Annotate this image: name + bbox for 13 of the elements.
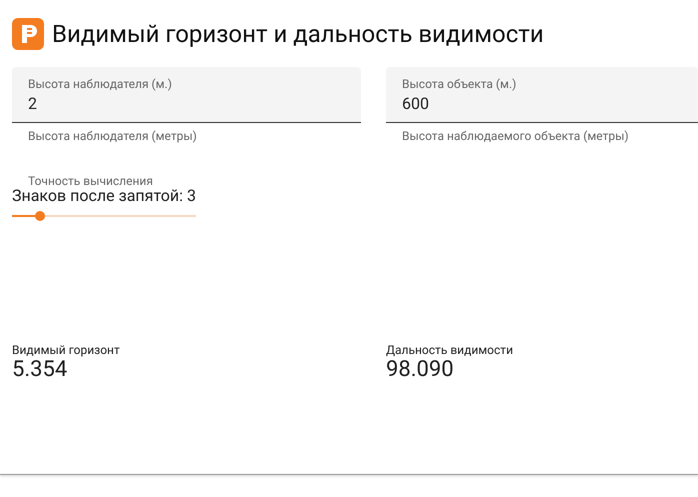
result-label: Дальность видимости [386, 343, 514, 357]
result-label: Видимый горизонт [12, 343, 121, 357]
precision-slider[interactable] [12, 209, 196, 223]
result-value: 5.354 [12, 357, 68, 383]
input-field[interactable]: Высота наблюдателя (м.) 2 [12, 67, 361, 123]
app-logo-icon [12, 18, 44, 50]
helper-text: Высота наблюдателя (метры) [27, 128, 198, 145]
input-field[interactable]: Высота объекта (м.) 600 [386, 67, 698, 123]
helper-text: Высота наблюдаемого объекта (метры) [401, 128, 630, 145]
precision-reading: Знаков после запятой: 3 [12, 187, 197, 205]
result-value: 98.090 [386, 357, 455, 383]
page-title: Видимый горизонт и дальность видимости [52, 22, 544, 46]
precision-label: Точность вычисления [27, 175, 154, 187]
